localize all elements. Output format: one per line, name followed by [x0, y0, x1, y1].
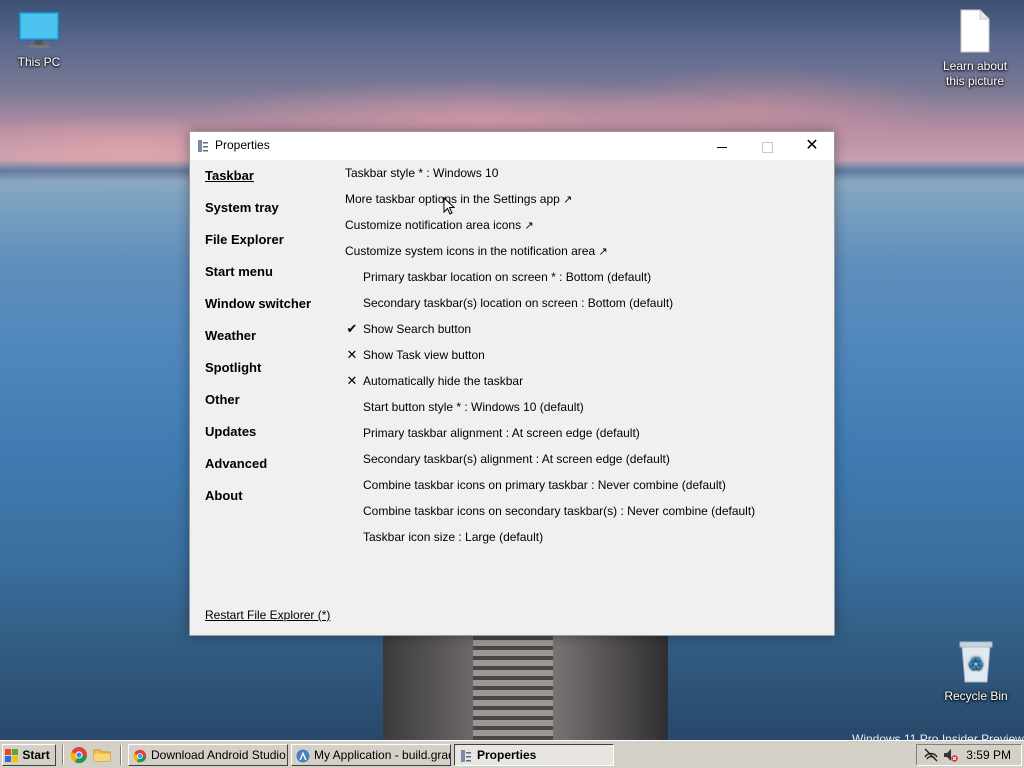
restart-file-explorer-link[interactable]: Restart File Explorer (*) — [205, 608, 330, 622]
option-combine-secondary[interactable]: Combine taskbar icons on secondary taskb… — [345, 498, 825, 524]
option-label: Customize system icons in the notificati… — [345, 244, 596, 258]
file-explorer-icon[interactable] — [93, 746, 111, 764]
option-label: Primary taskbar location on screen * : B… — [363, 270, 652, 284]
toggle-auto-hide-taskbar[interactable]: ✕ Automatically hide the taskbar — [345, 368, 825, 394]
network-disconnected-icon[interactable] — [923, 747, 939, 763]
start-button[interactable]: Start — [2, 744, 56, 766]
sidebar-item-system-tray[interactable]: System tray — [205, 197, 335, 229]
sidebar-item-start-menu[interactable]: Start menu — [205, 261, 335, 293]
taskbar-button-label: My Application - build.grad... — [314, 748, 451, 762]
option-label: Primary taskbar alignment : At screen ed… — [363, 426, 640, 440]
cross-icon: ✕ — [346, 373, 358, 388]
option-secondary-alignment[interactable]: Secondary taskbar(s) alignment : At scre… — [345, 446, 825, 472]
sidebar-item-other[interactable]: Other — [205, 389, 335, 421]
clock[interactable]: 3:59 PM — [966, 745, 1011, 765]
option-label: Start button style * : Windows 10 (defau… — [363, 400, 584, 414]
mouse-cursor-icon — [443, 197, 455, 215]
close-icon: ✕ — [805, 137, 819, 154]
close-button[interactable]: ✕ — [789, 132, 835, 160]
taskbar-button-label: Download Android Studio... — [151, 748, 288, 762]
properties-app-icon — [461, 749, 471, 762]
minimize-icon — [717, 146, 727, 148]
option-start-button-style[interactable]: Start button style * : Windows 10 (defau… — [345, 394, 825, 420]
option-combine-primary[interactable]: Combine taskbar icons on primary taskbar… — [345, 472, 825, 498]
option-label: Taskbar style * : Windows 10 — [345, 166, 499, 180]
desktop-icon-label: Learn about this picture — [942, 59, 1008, 88]
toggle-show-task-view-button[interactable]: ✕ Show Task view button — [345, 342, 825, 368]
start-label: Start — [22, 748, 50, 762]
option-primary-alignment[interactable]: Primary taskbar alignment : At screen ed… — [345, 420, 825, 446]
sidebar-item-taskbar[interactable]: Taskbar — [205, 165, 335, 197]
taskbar-button-chrome[interactable]: Download Android Studio... — [128, 744, 288, 766]
option-label: Show Search button — [363, 322, 472, 336]
option-label: Secondary taskbar(s) location on screen … — [363, 296, 674, 310]
desktop-icon-recycle-bin[interactable]: ♻ Recycle Bin — [940, 640, 1012, 704]
option-label: Taskbar icon size : Large (default) — [363, 530, 544, 544]
sidebar: Taskbar System tray File Explorer Start … — [205, 165, 335, 517]
external-link-icon: ↗ — [524, 220, 534, 232]
taskbar-button-label: Properties — [477, 748, 537, 762]
system-tray: 3:59 PM — [916, 744, 1022, 766]
desktop-icon-label: Recycle Bin — [944, 689, 1008, 703]
title-bar[interactable]: Properties ✕ — [190, 132, 834, 160]
monitor-icon — [18, 11, 60, 48]
sidebar-item-window-switcher[interactable]: Window switcher — [205, 293, 335, 325]
cross-icon: ✕ — [346, 347, 358, 362]
android-studio-icon — [296, 749, 310, 763]
sidebar-item-file-explorer[interactable]: File Explorer — [205, 229, 335, 261]
option-label: Show Task view button — [363, 348, 485, 362]
taskbar-button-properties[interactable]: Properties — [454, 744, 614, 766]
settings-list: Taskbar style * : Windows 10 More taskba… — [345, 160, 825, 550]
desktop-icon-learn-about-picture[interactable]: Learn about this picture — [938, 8, 1012, 89]
link-customize-system-icons[interactable]: Customize system icons in the notificati… — [345, 238, 825, 264]
svg-text:♻: ♻ — [968, 654, 984, 675]
external-link-icon: ↗ — [598, 246, 608, 258]
desktop-icon-label: This PC — [17, 55, 61, 69]
option-primary-taskbar-location[interactable]: Primary taskbar location on screen * : B… — [345, 264, 825, 290]
option-label: Customize notification area icons — [345, 218, 522, 232]
properties-app-icon — [198, 140, 208, 152]
option-label: Combine taskbar icons on primary taskbar… — [363, 478, 726, 492]
sidebar-item-advanced[interactable]: Advanced — [205, 453, 335, 485]
sidebar-item-spotlight[interactable]: Spotlight — [205, 357, 335, 389]
chrome-icon[interactable] — [70, 746, 88, 764]
document-icon — [960, 9, 990, 53]
link-customize-notification-icons[interactable]: Customize notification area icons ↗ — [345, 212, 825, 238]
taskbar: Start Download Android Studio... My Appl… — [0, 740, 1024, 768]
sidebar-item-weather[interactable]: Weather — [205, 325, 335, 357]
window-title: Properties — [215, 138, 270, 152]
toggle-show-search-button[interactable]: ✔ Show Search button — [345, 316, 825, 342]
desktop-icon-this-pc[interactable]: This PC — [10, 10, 68, 70]
maximize-icon — [761, 141, 773, 153]
option-label: Automatically hide the taskbar — [363, 374, 524, 388]
taskbar-separator — [120, 745, 122, 765]
option-label: Combine taskbar icons on secondary taskb… — [363, 504, 756, 518]
taskbar-button-android-studio[interactable]: My Application - build.grad... — [291, 744, 451, 766]
option-taskbar-style[interactable]: Taskbar style * : Windows 10 — [345, 160, 825, 186]
link-more-taskbar-options[interactable]: More taskbar options in the Settings app… — [345, 186, 825, 212]
sidebar-item-updates[interactable]: Updates — [205, 421, 335, 453]
checkmark-icon: ✔ — [346, 321, 358, 336]
properties-window: Properties ✕ Taskbar System tray File Ex… — [189, 131, 835, 636]
maximize-button[interactable] — [744, 132, 790, 160]
external-link-icon: ↗ — [563, 194, 573, 206]
option-taskbar-icon-size[interactable]: Taskbar icon size : Large (default) — [345, 524, 825, 550]
chrome-icon — [133, 749, 147, 763]
recycle-bin-icon: ♻ — [959, 641, 993, 683]
taskbar-separator — [62, 745, 64, 765]
option-label: Secondary taskbar(s) alignment : At scre… — [363, 452, 670, 466]
sidebar-item-about[interactable]: About — [205, 485, 335, 517]
windows-logo-icon — [5, 748, 18, 762]
option-secondary-taskbar-location[interactable]: Secondary taskbar(s) location on screen … — [345, 290, 825, 316]
minimize-button[interactable] — [699, 132, 745, 160]
os-watermark: Windows 11 Pro Insider Preview — [852, 732, 1024, 740]
volume-muted-icon[interactable] — [942, 747, 958, 763]
